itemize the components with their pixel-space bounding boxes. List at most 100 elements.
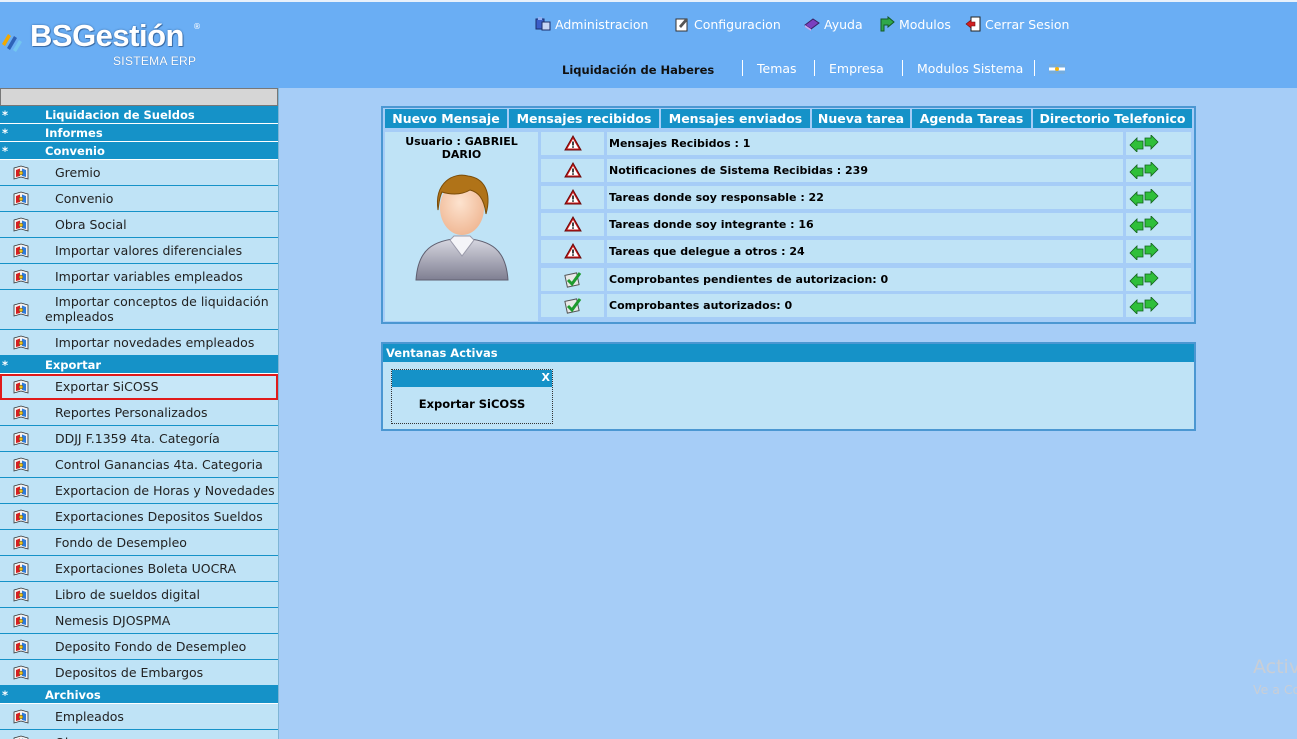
nav-ayuda-label: Ayuda (824, 16, 863, 32)
sidebar-item-label: Nemesis DJOSPMA (55, 613, 171, 628)
nav-modulos[interactable]: Modulos (879, 16, 951, 32)
notification-text: Tareas donde soy responsable : 22 (607, 186, 1123, 209)
nav-cerrar-sesion-label: Cerrar Sesion (985, 16, 1070, 32)
top-nav: Administracion Configuracion Ayuda Modul… (0, 16, 1297, 36)
notification-open-button[interactable] (1126, 132, 1191, 155)
check-icon (564, 298, 582, 314)
notification-open-button[interactable] (1126, 268, 1191, 291)
nav-ayuda[interactable]: Ayuda (804, 16, 863, 32)
nav-cerrar-sesion[interactable]: Cerrar Sesion (965, 16, 1069, 32)
sidebar-item[interactable]: Importar novedades empleados (0, 330, 278, 356)
archivos-items: Empleados Obra (0, 704, 278, 739)
book-icon (13, 431, 29, 446)
notification-status (541, 132, 604, 155)
section-star: * (2, 358, 9, 372)
tab-mensajes-enviados[interactable]: Mensajes enviados (661, 109, 812, 128)
exportar-items: Exportar SiCOSS Reportes Personalizados DD… (0, 374, 278, 686)
notification-row: Tareas que delegue a otros : 24 (541, 240, 1191, 263)
book-icon (13, 191, 29, 206)
sidebar-item[interactable]: Reportes Personalizados (0, 400, 278, 426)
sidebar-item[interactable]: Convenio (0, 186, 278, 212)
nav-administracion[interactable]: Administracion (535, 16, 648, 32)
section-label: Archivos (45, 688, 101, 702)
sidebar-menu: * Liquidacion de Sueldos * Informes * Co… (0, 88, 279, 739)
sidebar-item-label: Convenio (55, 191, 114, 206)
notification-text: Comprobantes pendientes de autorizacion:… (607, 268, 1123, 291)
sidebar-item[interactable]: Exportar SiCOSS (0, 374, 278, 400)
book-icon (13, 665, 29, 680)
sidebar-item-label: Gremio (55, 165, 101, 180)
book-icon (13, 269, 29, 284)
link-modulos-sistema[interactable]: Modulos Sistema (917, 61, 1023, 76)
notification-open-button[interactable] (1126, 186, 1191, 209)
tab-directorio-telefonico[interactable]: Directorio Telefonico (1033, 109, 1192, 128)
notification-open-button[interactable] (1126, 213, 1191, 236)
user-avatar-icon (415, 174, 509, 281)
warning-icon (564, 135, 582, 151)
sidebar-item[interactable]: Gremio (0, 160, 278, 186)
book-icon (13, 217, 29, 232)
tab-agenda-tareas[interactable]: Agenda Tareas (912, 109, 1033, 128)
sidebar-item[interactable]: Exportacion de Horas y Novedades (0, 478, 278, 504)
sidebar-item[interactable]: Obra (0, 730, 278, 739)
notification-text: Mensajes Recibidos : 1 (607, 132, 1123, 155)
tab-nueva-tarea[interactable]: Nueva tarea (812, 109, 912, 128)
sidebar-item[interactable]: Empleados (0, 704, 278, 730)
sidebar-item[interactable]: Exportaciones Boleta UOCRA (0, 556, 278, 582)
notification-status (541, 213, 604, 236)
sidebar-item[interactable]: Importar valores diferenciales (0, 238, 278, 264)
section-informes[interactable]: * Informes (0, 124, 278, 142)
sidebar-item[interactable]: Exportaciones Depositos Sueldos (0, 504, 278, 530)
notification-row: Mensajes Recibidos : 1 (541, 132, 1191, 155)
sidebar-item[interactable]: Deposito Fondo de Desempleo (0, 634, 278, 660)
argentina-flag-icon[interactable] (1049, 64, 1065, 74)
section-liquidacion-de-sueldos[interactable]: * Liquidacion de Sueldos (0, 106, 278, 124)
sidebar-item-label: Importar novedades empleados (55, 335, 255, 350)
sidebar-item[interactable]: DDJJ F.1359 4ta. Categoría (0, 426, 278, 452)
section-archivos[interactable]: * Archivos (0, 686, 278, 704)
sidebar-item[interactable]: Control Ganancias 4ta. Categoria (0, 452, 278, 478)
link-empresa[interactable]: Empresa (829, 61, 884, 76)
notification-row: Comprobantes autorizados: 0 (541, 294, 1191, 317)
convenio-items: Gremio Convenio Obra Social Importar valore… (0, 160, 278, 356)
link-temas[interactable]: Temas (757, 61, 797, 76)
sidebar-item-label: Importar variables empleados (55, 269, 243, 284)
close-icon[interactable]: X (542, 371, 550, 384)
check-icon (564, 272, 582, 288)
notification-row: Comprobantes pendientes de autorizacion:… (541, 268, 1191, 291)
messages-tabs: Nuevo Mensaje Mensajes recibidos Mensaje… (385, 109, 1192, 128)
sidebar-item[interactable]: Libro de sueldos digital (0, 582, 278, 608)
active-window-name: Exportar SiCOSS (418, 397, 526, 411)
tab-mensajes-recibidos[interactable]: Mensajes recibidos (509, 109, 661, 128)
notification-row: Tareas donde soy integrante : 16 (541, 213, 1191, 236)
notification-open-button[interactable] (1126, 240, 1191, 263)
sidebar-item-label: DDJJ F.1359 4ta. Categoría (55, 431, 220, 446)
nav-configuracion[interactable]: Configuracion (674, 16, 781, 32)
sidebar-item[interactable]: Depositos de Embargos (0, 660, 278, 686)
sidebar-item[interactable]: Obra Social (0, 212, 278, 238)
sidebar-item[interactable]: Importar conceptos de liquidación emplea… (0, 290, 278, 330)
app-header: BSGestión ® SISTEMA ERP Administracion C… (0, 0, 1297, 88)
horizontal-scrollbar[interactable] (0, 88, 278, 106)
book-icon (13, 379, 29, 394)
notification-open-button[interactable] (1126, 159, 1191, 182)
tab-nuevo-mensaje[interactable]: Nuevo Mensaje (385, 109, 509, 128)
section-convenio[interactable]: * Convenio (0, 142, 278, 160)
book-icon (13, 587, 29, 602)
book-icon (13, 735, 29, 739)
book-icon (13, 509, 29, 524)
sidebar-item[interactable]: Nemesis DJOSPMA (0, 608, 278, 634)
sidebar-item-label: Empleados (55, 709, 124, 724)
sidebar-item[interactable]: Fondo de Desempleo (0, 530, 278, 556)
section-exportar[interactable]: * Exportar (0, 356, 278, 374)
active-windows-title: Ventanas Activas (383, 344, 1194, 362)
active-windows-panel: Ventanas Activas X Exportar SiCOSS (381, 342, 1196, 431)
logout-icon (965, 16, 981, 32)
sidebar-item[interactable]: Importar variables empleados (0, 264, 278, 290)
go-arrow-icon (1129, 162, 1159, 179)
sidebar-item-label: Importar conceptos de liquidación emplea… (45, 294, 269, 324)
notification-open-button[interactable] (1126, 294, 1191, 317)
active-window-card[interactable]: X Exportar SiCOSS (391, 369, 553, 424)
nav-modulos-label: Modulos (899, 16, 951, 32)
book-icon (13, 639, 29, 654)
